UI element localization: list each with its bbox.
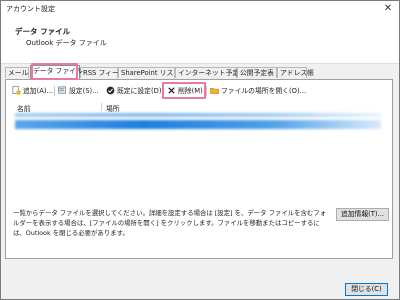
tab-sharepoint-lists[interactable]: SharePoint リスト [118,67,180,78]
toolbar-separator [54,86,55,96]
window-title: アカウント設定 [6,5,55,13]
list-item[interactable] [15,113,381,117]
tab-strip: メール データ ファイル RSS フィード SharePoint リスト インタ… [5,65,397,79]
title-bar: アカウント設定 ✕ [1,1,399,17]
tab-data-files[interactable]: データ ファイル [30,65,83,79]
page-header: データ ファイル Outlook データ ファイル [1,17,399,64]
account-settings-window: アカウント設定 ✕ データ ファイル Outlook データ ファイル メール … [0,0,400,300]
tab-published-calendars[interactable]: 公開予定表 [237,67,277,78]
check-circle-icon [106,86,115,95]
column-header-name[interactable]: 名前 [17,103,31,113]
tab-mail[interactable]: メール [5,67,29,78]
column-divider [101,103,102,111]
data-file-list[interactable]: 名前 場所 [13,103,383,199]
remove-label: 削除(M) [178,87,203,95]
tab-rss-feeds[interactable]: RSS フィード [80,67,126,78]
page-subtitle: Outlook データ ファイル [26,39,107,47]
open-file-location-label: ファイルの場所を開く(O)... [221,87,307,95]
remove-button[interactable]: 削除(M) [167,85,203,97]
column-header-location[interactable]: 場所 [106,103,120,113]
close-icon[interactable]: ✕ [381,2,395,15]
page-title: データ ファイル [15,27,71,36]
tab-internet-calendars[interactable]: インターネット予定表 [175,67,246,78]
toolbar-separator [163,86,164,96]
toolbar-separator [206,86,207,96]
list-item[interactable] [15,120,381,129]
add-label: 追加(A)... [23,87,54,95]
add-button[interactable]: 追加(A)... [12,85,53,97]
description-text: 一覧からデータ ファイルを選択してください。詳細を設定する場合は [設定] を、… [13,209,327,237]
close-button[interactable]: 閉じる(C) [345,283,388,296]
add-file-icon [12,86,21,95]
open-file-location-button[interactable]: ファイルの場所を開く(O)... [210,85,306,97]
remove-x-icon [168,87,175,94]
additional-info-button[interactable]: 追加情報(T)... [336,208,389,221]
folder-icon [210,87,219,94]
set-default-button[interactable]: 既定に設定(D) [106,85,162,97]
toolbar: 追加(A)... 設定(S)... 既定に設定(D) 削除(M) ファイルの場所… [7,85,387,97]
settings-button[interactable]: 設定(S)... [58,85,99,97]
settings-icon [58,86,67,94]
tab-address-books[interactable]: アドレス帳 [277,67,314,78]
settings-label: 設定(S)... [69,87,99,95]
set-default-label: 既定に設定(D) [117,87,162,95]
